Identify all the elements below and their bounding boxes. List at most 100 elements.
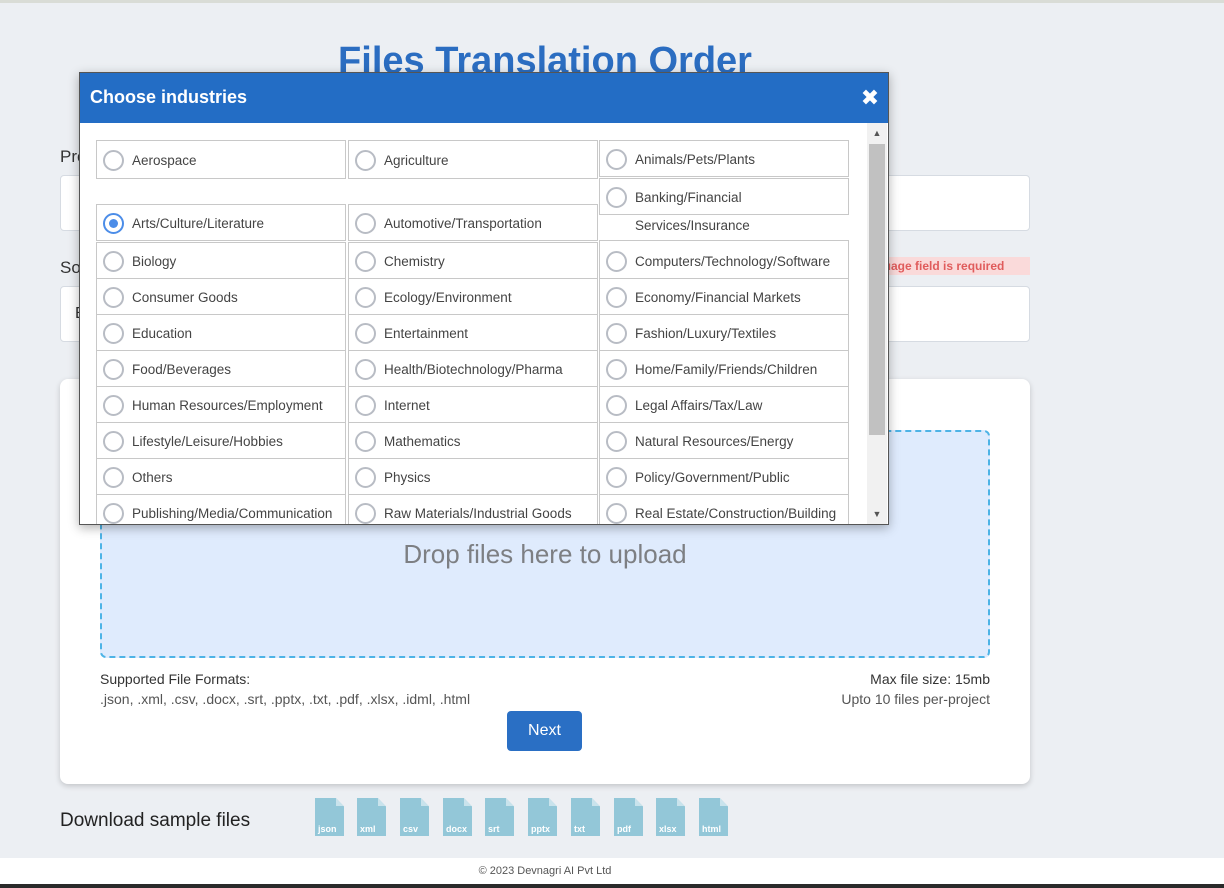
radio-button[interactable] <box>103 467 124 488</box>
industry-label: Mathematics <box>384 434 461 449</box>
industry-option[interactable]: Health/Biotechnology/Pharma <box>348 350 598 387</box>
radio-button[interactable] <box>355 213 376 234</box>
industry-label-continued: Services/Insurance <box>635 218 750 233</box>
modal-scrollbar[interactable]: ▲ ▼ <box>867 123 887 524</box>
industry-label: Consumer Goods <box>132 290 238 305</box>
sample-file-txt-icon[interactable]: txt <box>571 798 600 836</box>
industry-option[interactable]: Economy/Financial Markets <box>599 278 849 315</box>
industry-option[interactable]: Fashion/Luxury/Textiles <box>599 314 849 351</box>
industry-option[interactable]: Education <box>96 314 346 351</box>
industry-label: Computers/Technology/Software <box>635 254 831 269</box>
max-size-text: Max file size: 15mb <box>870 671 990 687</box>
industry-option[interactable]: Banking/Financial <box>599 178 849 215</box>
industry-option[interactable]: Food/Beverages <box>96 350 346 387</box>
radio-button[interactable] <box>355 150 376 171</box>
radio-button[interactable] <box>606 287 627 308</box>
modal-header: Choose industries ✖ <box>80 73 888 123</box>
industry-option[interactable]: Raw Materials/Industrial Goods <box>348 494 598 524</box>
industry-option[interactable]: Publishing/Media/Communication <box>96 494 346 524</box>
industry-option[interactable]: Consumer Goods <box>96 278 346 315</box>
industry-option[interactable]: Natural Resources/Energy <box>599 422 849 459</box>
industry-option[interactable]: Aerospace <box>96 140 346 179</box>
radio-button[interactable] <box>606 431 627 452</box>
radio-button[interactable] <box>606 187 627 208</box>
radio-button[interactable] <box>355 323 376 344</box>
scroll-down-icon[interactable]: ▼ <box>867 506 887 522</box>
industry-option[interactable]: Chemistry <box>348 242 598 279</box>
sample-file-json-icon[interactable]: json <box>315 798 344 836</box>
industry-option[interactable]: Legal Affairs/Tax/Law <box>599 386 849 423</box>
industry-option[interactable]: Entertainment <box>348 314 598 351</box>
radio-button[interactable] <box>103 503 124 524</box>
radio-button[interactable] <box>355 287 376 308</box>
radio-button[interactable] <box>606 323 627 344</box>
industry-option[interactable]: Automotive/Transportation <box>348 204 598 241</box>
radio-button[interactable] <box>606 395 627 416</box>
industry-option[interactable]: Physics <box>348 458 598 495</box>
industry-option[interactable]: Real Estate/Construction/Building <box>599 494 849 524</box>
industry-option[interactable]: Policy/Government/Public <box>599 458 849 495</box>
scroll-up-icon[interactable]: ▲ <box>867 125 887 141</box>
industry-option[interactable]: Internet <box>348 386 598 423</box>
industry-label: Human Resources/Employment <box>132 398 323 413</box>
industry-label: Real Estate/Construction/Building <box>635 506 837 521</box>
close-icon[interactable]: ✖ <box>860 87 880 109</box>
industry-option[interactable]: Others <box>96 458 346 495</box>
sample-file-docx-icon[interactable]: docx <box>443 798 472 836</box>
sample-file-xml-icon[interactable]: xml <box>357 798 386 836</box>
industries-list: Aerospace Agriculture Animals/Pets/Plant… <box>80 123 866 524</box>
radio-button[interactable] <box>103 251 124 272</box>
radio-button[interactable] <box>103 431 124 452</box>
sample-file-pptx-icon[interactable]: pptx <box>528 798 557 836</box>
sample-file-xlsx-icon[interactable]: xlsx <box>656 798 685 836</box>
industry-option[interactable]: Arts/Culture/Literature <box>96 204 346 241</box>
industry-option[interactable]: Human Resources/Employment <box>96 386 346 423</box>
industry-label: Lifestyle/Leisure/Hobbies <box>132 434 283 449</box>
radio-button[interactable] <box>355 467 376 488</box>
industry-label: Internet <box>384 398 430 413</box>
industry-option[interactable]: Ecology/Environment <box>348 278 598 315</box>
sample-file-csv-icon[interactable]: csv <box>400 798 429 836</box>
next-button[interactable]: Next <box>507 711 582 751</box>
radio-button[interactable] <box>103 287 124 308</box>
industry-option[interactable]: Mathematics <box>348 422 598 459</box>
scroll-thumb[interactable] <box>869 144 885 435</box>
industry-label: Arts/Culture/Literature <box>132 216 265 231</box>
radio-button[interactable] <box>103 150 124 171</box>
sample-file-srt-icon[interactable]: srt <box>485 798 514 836</box>
industry-label: Aerospace <box>132 153 197 168</box>
industry-label: Automotive/Transportation <box>384 216 542 231</box>
radio-button[interactable] <box>606 503 627 524</box>
industry-label: Banking/Financial <box>635 190 742 205</box>
formats-label: Supported File Formats: <box>100 671 251 687</box>
industry-option[interactable]: Biology <box>96 242 346 279</box>
sample-file-pdf-icon[interactable]: pdf <box>614 798 643 836</box>
industry-option[interactable]: Animals/Pets/Plants <box>599 140 849 177</box>
industry-label: Economy/Financial Markets <box>635 290 801 305</box>
radio-button[interactable] <box>355 251 376 272</box>
industry-option[interactable]: Home/Family/Friends/Children <box>599 350 849 387</box>
industry-option[interactable]: Computers/Technology/Software <box>599 240 849 279</box>
radio-button[interactable] <box>103 323 124 344</box>
industry-label: Physics <box>384 470 431 485</box>
radio-button[interactable] <box>606 149 627 170</box>
radio-button[interactable] <box>606 359 627 380</box>
industry-label: Animals/Pets/Plants <box>635 152 756 167</box>
industry-option[interactable]: Agriculture <box>348 140 598 179</box>
radio-button[interactable] <box>355 431 376 452</box>
radio-button[interactable] <box>355 503 376 524</box>
sample-file-html-icon[interactable]: html <box>699 798 728 836</box>
radio-button[interactable] <box>355 395 376 416</box>
radio-button[interactable] <box>355 359 376 380</box>
radio-button[interactable] <box>606 467 627 488</box>
drop-text: Drop files here to upload <box>403 539 687 569</box>
industry-label: Agriculture <box>384 153 449 168</box>
industry-label: Policy/Government/Public <box>635 470 790 485</box>
radio-button[interactable] <box>103 395 124 416</box>
radio-button[interactable] <box>606 251 627 272</box>
radio-button-selected[interactable] <box>103 213 124 234</box>
industry-option[interactable]: Lifestyle/Leisure/Hobbies <box>96 422 346 459</box>
formats-list: .json, .xml, .csv, .docx, .srt, .pptx, .… <box>100 691 471 707</box>
radio-button[interactable] <box>103 359 124 380</box>
industry-label: Fashion/Luxury/Textiles <box>635 326 777 341</box>
